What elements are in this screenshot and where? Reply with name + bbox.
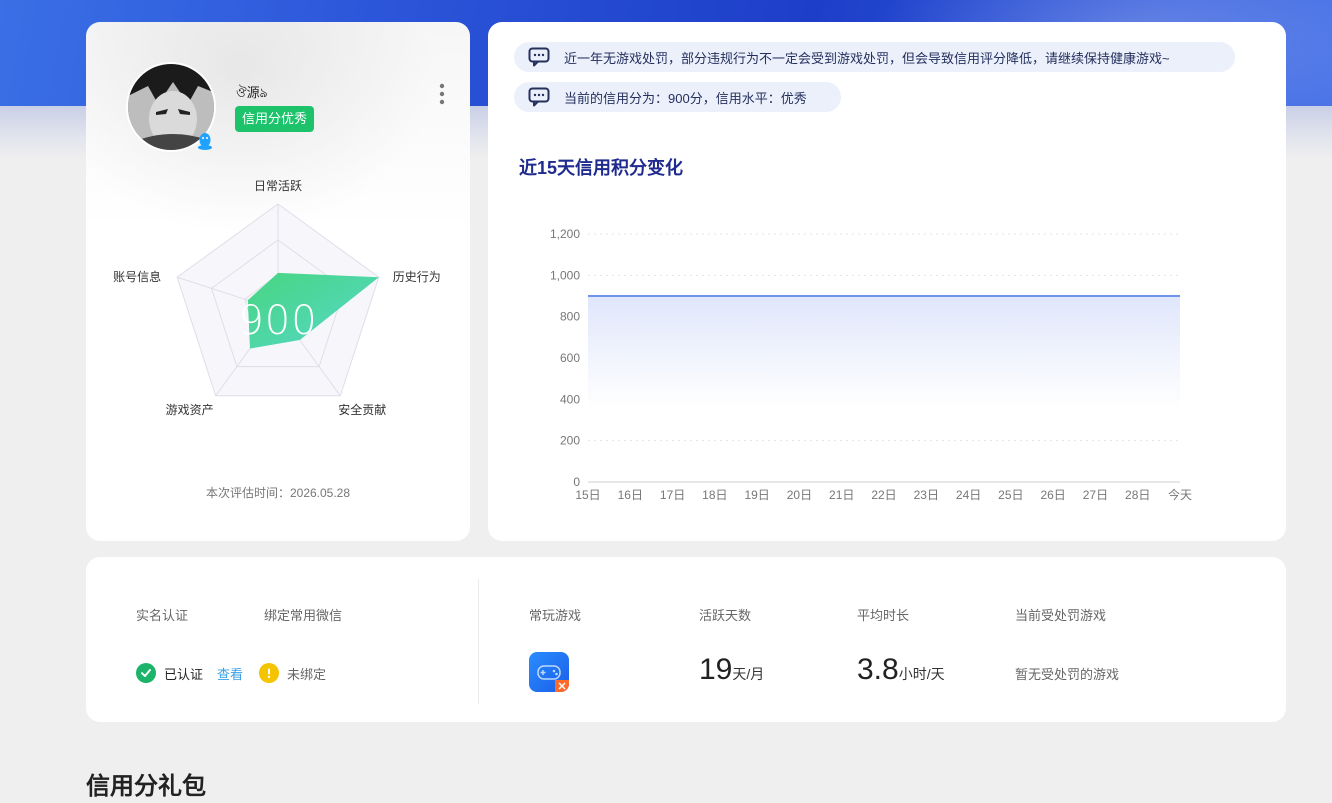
game-icon[interactable] [529,652,569,692]
message-icon [528,87,550,107]
x-tick-label: 17日 [660,488,685,502]
x-tick-label: 23日 [914,488,939,502]
x-tick-label: 16日 [618,488,643,502]
credit-score: 900 [238,298,317,344]
radar-label: 账号信息 [113,269,161,284]
avg-time-unit: 小时/天 [898,666,945,682]
view-verification-link[interactable]: 查看 [217,664,243,683]
y-tick-label: 800 [560,310,580,324]
credit-chart-card: 近一年无游戏处罚，部分违规行为不一定会受到游戏处罚，但会导致信用评分降低，请继续… [488,22,1286,541]
avg-time-label: 平均时长 [857,608,910,623]
x-tick-label: 22日 [871,488,896,502]
notice-score: 当前的信用分为：900分，信用水平：优秀 [514,82,841,112]
x-tick-label: 19日 [744,488,769,502]
notice-text: 当前的信用分为：900分，信用水平：优秀 [564,90,807,106]
punished-games-value: 暂无受处罚的游戏 [1015,667,1120,682]
x-tick-label: 18日 [702,488,727,502]
x-tick-label: 15日 [575,488,600,502]
y-tick-label: 200 [560,434,580,448]
chart-title: 近15天信用积分变化 [519,158,684,178]
evaluation-time: 本次评估时间：2026.05.28 [205,486,351,500]
nickname: ঔ源ঌ [236,86,268,101]
active-days-label: 活跃天数 [699,608,752,623]
x-tick-label: 21日 [829,488,854,502]
credit-level-badge: 信用分优秀 [235,106,315,132]
y-tick-label: 400 [560,392,580,406]
active-days-unit: 天/月 [732,666,765,682]
radar-label: 游戏资产 [166,403,214,417]
x-tick-label: 25日 [998,488,1023,502]
y-tick-label: 600 [560,351,580,365]
profile-card: ঔ源ঌ 信用分优秀 900 日常活跃历史行为安全贡献 游戏资产 账号信息 本次评估时… [86,22,470,541]
qq-icon [198,133,212,150]
gamepad-icon [537,665,569,692]
credit-line-chart: 0 200 400 600 800 1,000 1,200 15日 16日 17日 18日 19日 2… [550,227,1192,502]
message-icon [528,47,550,67]
credit-radar-chart: 900 日常活跃历史行为安全贡献 游戏资产 账号信息 [113,179,441,417]
notice-punishment: 近一年无游戏处罚，部分违规行为不一定会受到游戏处罚，但会导致信用评分降低，请继续… [514,42,1235,72]
check-circle-icon [136,663,156,683]
series-area [588,296,1180,410]
radar-label: 日常活跃 [254,179,302,193]
punished-games-label: 当前受处罚游戏 [1015,608,1107,623]
real-name-label: 实名认证 [136,608,189,623]
active-days-value: 19 [699,653,733,686]
x-tick-label: 26日 [1040,488,1065,502]
y-tick-label: 1,200 [550,227,580,241]
x-tick-label: 27日 [1083,488,1108,502]
avg-time-stat: 3.8小时/天 [857,653,945,687]
verified-text: 已认证 [164,666,204,682]
x-tick-label: 20日 [787,488,812,502]
x-tick-label: 28日 [1125,488,1150,502]
active-days-stat: 19天/月 [699,653,764,687]
divider [478,579,479,704]
verification-status: 已认证 查看 未绑定 [136,663,326,683]
more-options-icon[interactable] [438,82,446,106]
account-info-card: 实名认证 绑定常用微信 已认证 查看 未绑定 常玩游戏 活跃天数 平均时长 当前… [86,557,1286,722]
y-tick-label: 0 [573,475,580,489]
radar-label: 历史行为 [393,270,441,284]
wechat-label: 绑定常用微信 [264,608,343,623]
notice-text: 近一年无游戏处罚，部分违规行为不一定会受到游戏处罚，但会导致信用评分降低，请继续… [564,50,1170,66]
wechat-unbound-text[interactable]: 未绑定 [287,664,326,683]
x-tick-label: 24日 [956,488,981,502]
section-title-credit-gifts: 信用分礼包 [86,773,206,800]
y-tick-label: 1,000 [550,268,580,282]
frequent-games-label: 常玩游戏 [529,608,582,623]
warning-icon [259,663,280,683]
x-tick-label: 今天 [1168,487,1192,502]
radar-label: 安全贡献 [338,402,386,417]
avg-time-value: 3.8 [857,653,899,686]
